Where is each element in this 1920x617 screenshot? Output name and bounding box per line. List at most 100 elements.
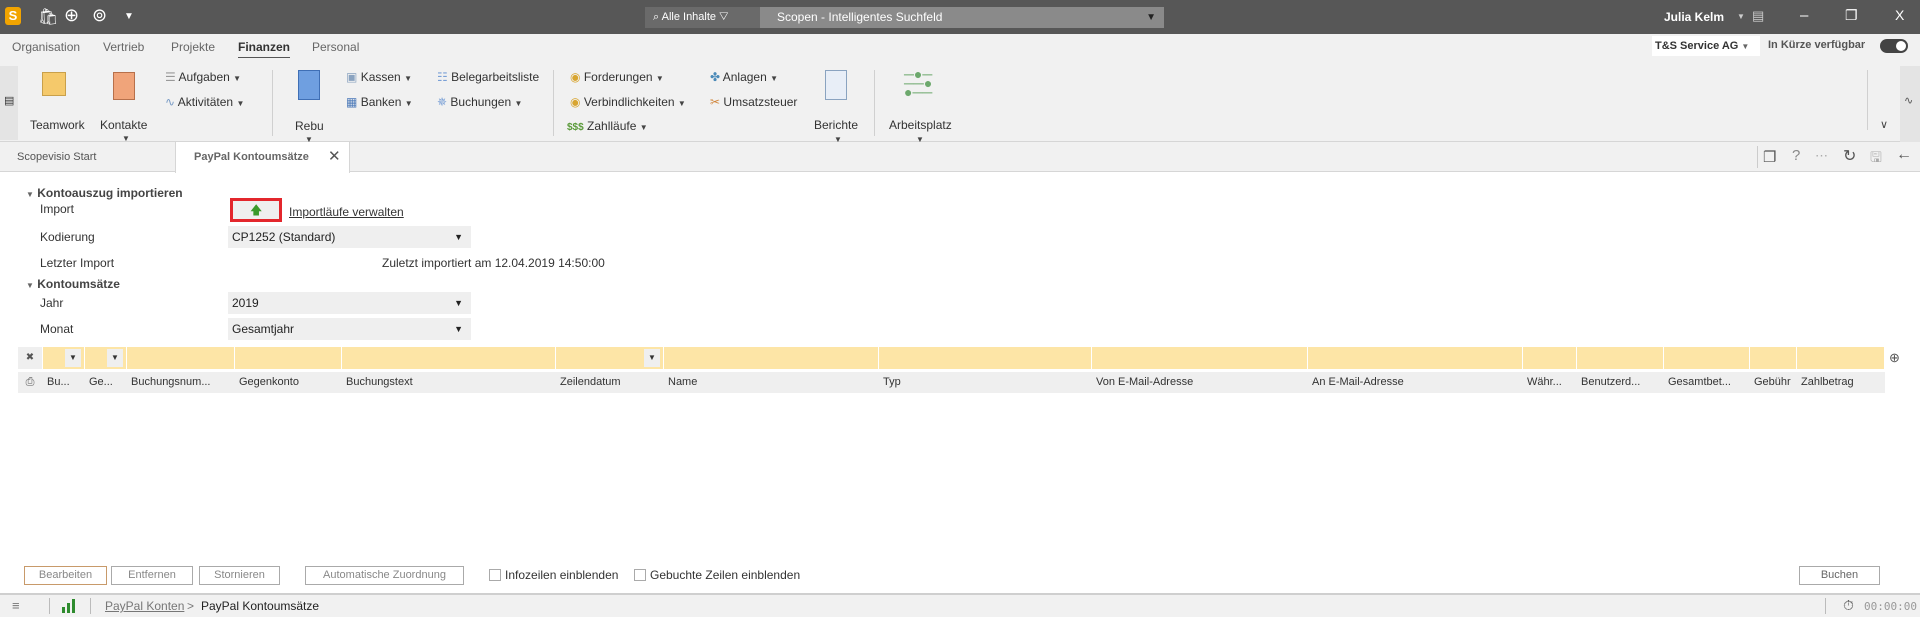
search-dropdown-icon[interactable]: ▼ — [1146, 7, 1156, 28]
save-icon[interactable]: 🖫︎ — [1870, 147, 1882, 171]
infozeilen-checkbox[interactable] — [489, 569, 501, 581]
filter-cell[interactable] — [1577, 347, 1664, 369]
jahr-select[interactable]: 2019 ▼ — [228, 292, 471, 314]
ribbon-berichte[interactable]: Berichte ▼ — [812, 68, 862, 144]
column-header[interactable]: Gebühr — [1754, 372, 1797, 393]
ribbon-umsatzsteuer[interactable]: ✂ Umsatzsteuer — [710, 95, 797, 109]
refresh-icon[interactable]: ↻ — [1843, 146, 1856, 166]
tab-personal[interactable]: Personal — [312, 40, 359, 54]
gebuchte-zeilen-checkbox[interactable] — [634, 569, 646, 581]
column-header[interactable]: Bu... — [47, 372, 85, 393]
buchen-button[interactable]: Buchen — [1799, 566, 1880, 585]
filter-cell[interactable] — [1523, 347, 1577, 369]
user-dropdown-icon[interactable]: ▼ — [1737, 12, 1745, 21]
filter-cell[interactable] — [235, 347, 342, 369]
stornieren-button[interactable]: Stornieren — [199, 566, 280, 585]
column-header[interactable]: Buchungstext — [346, 372, 556, 393]
filter-dropdown-icon[interactable]: ▼ — [644, 349, 660, 367]
column-header[interactable]: Name — [668, 372, 879, 393]
company-selector[interactable]: T&S Service AG ▼ — [1652, 36, 1760, 56]
search-field[interactable]: ⌕ Alle Inhalte ▽ Scopen - Intelligentes … — [645, 7, 1164, 28]
filter-cell[interactable]: ▼ — [43, 347, 85, 369]
ribbon-buchungen[interactable]: ✵ Buchungen ▼ — [437, 95, 522, 109]
breadcrumb-paypal-konten[interactable]: PayPal Konten — [105, 599, 184, 613]
tab-vertrieb[interactable]: Vertrieb — [103, 40, 144, 54]
lifebuoy-icon[interactable]: ⊚ — [92, 5, 107, 26]
column-header[interactable]: Gesamtbet... — [1668, 372, 1750, 393]
right-panel-toggle[interactable]: ∿ — [1900, 66, 1920, 142]
ribbon-arbeitsplatz[interactable]: ─●─ ──● ●── Arbeitsplatz ▼ — [888, 67, 954, 144]
user-menu[interactable]: Julia Kelm — [1664, 10, 1724, 24]
filter-cell[interactable]: ▼ — [556, 347, 664, 369]
section-kontoauszug-importieren[interactable]: ▼ Kontoauszug importieren — [26, 186, 183, 200]
ribbon-expand-chevron-icon[interactable]: ∨ — [1880, 118, 1888, 131]
back-arrow-icon[interactable]: ← — [1896, 146, 1912, 164]
filter-cell[interactable] — [1092, 347, 1308, 369]
column-header[interactable]: Währ... — [1527, 372, 1577, 393]
tab-organisation[interactable]: Organisation — [12, 40, 80, 54]
tab-projekte[interactable]: Projekte — [171, 40, 215, 54]
print-icon[interactable]: ⎙ — [18, 372, 42, 393]
column-header[interactable]: Ge... — [89, 372, 127, 393]
column-header[interactable]: Benutzerd... — [1581, 372, 1664, 393]
ribbon-kassen[interactable]: ▣ Kassen ▼ — [346, 70, 412, 84]
quick-access-dropdown-icon[interactable]: ▼ — [124, 11, 134, 22]
soon-available-toggle[interactable] — [1880, 39, 1908, 53]
ribbon-belegarbeitsliste[interactable]: ☷ Belegarbeitsliste — [437, 70, 539, 84]
ribbon-anlagen[interactable]: ✤ Anlagen ▼ — [710, 70, 778, 84]
ribbon-banken[interactable]: ▦ Banken ▼ — [346, 95, 413, 109]
bag-icon[interactable]: 🛍︎ — [38, 7, 58, 27]
window-tile-icon[interactable]: ▤ — [1752, 8, 1764, 24]
ribbon-kontakte[interactable]: Kontakte ▼ — [100, 68, 152, 144]
filter-dropdown-icon[interactable]: ▼ — [107, 349, 123, 367]
ribbon-aufgaben[interactable]: ☰ Aufgaben ▼ — [165, 70, 241, 84]
column-header[interactable]: Buchungsnum... — [131, 372, 235, 393]
copy-window-icon[interactable]: ❐ — [1763, 148, 1776, 166]
filter-cell[interactable] — [1797, 347, 1885, 369]
column-header[interactable]: Typ — [883, 372, 1092, 393]
import-button[interactable]: 🡅︎ — [230, 198, 282, 222]
column-header[interactable]: Gegenkonto — [239, 372, 342, 393]
section-kontoumsaetze[interactable]: ▼ Kontoumsätze — [26, 277, 120, 291]
filter-cell[interactable]: ▼ — [85, 347, 127, 369]
automatische-zuordnung-button[interactable]: Automatische Zuordnung — [305, 566, 464, 585]
tab-paypal-kontoumsaetze[interactable]: PayPal Kontoumsätze ✕ — [175, 142, 350, 173]
tab-finanzen[interactable]: Finanzen — [238, 40, 291, 60]
filter-cell[interactable] — [127, 347, 235, 369]
filter-cell[interactable] — [1750, 347, 1797, 369]
column-header[interactable]: Von E-Mail-Adresse — [1096, 372, 1308, 393]
ribbon-teamwork[interactable]: Teamwork — [30, 68, 85, 138]
close-tab-icon[interactable]: ✕ — [328, 142, 341, 172]
restore-button[interactable]: ❐ — [1845, 7, 1858, 24]
search-scope[interactable]: ⌕ Alle Inhalte ▽ — [645, 7, 760, 28]
close-button[interactable]: X — [1895, 7, 1904, 23]
sidebar-toggle[interactable]: ▤ — [0, 66, 18, 140]
ribbon-forderungen[interactable]: ◉ Forderungen ▼ — [570, 70, 664, 84]
clear-filter-icon[interactable]: ✖ — [18, 347, 42, 369]
bearbeiten-button[interactable]: Bearbeiten — [24, 566, 107, 585]
more-icon[interactable]: ⋯ — [1815, 148, 1828, 164]
help-icon[interactable]: ? — [1792, 147, 1800, 164]
filter-cell[interactable] — [1308, 347, 1523, 369]
importlaeufe-verwalten-link[interactable]: Importläufe verwalten — [289, 205, 404, 219]
ribbon-aktivitaeten[interactable]: ∿ Aktivitäten ▼ — [165, 95, 244, 109]
filter-cell[interactable] — [664, 347, 879, 369]
ribbon-zahllaeufe[interactable]: $$$ Zahlläufe ▼ — [567, 119, 648, 133]
filter-lightning-icon[interactable]: ≡ — [12, 598, 20, 613]
tab-scopevisio-start[interactable]: Scopevisio Start — [0, 142, 175, 172]
column-header[interactable]: Zahlbetrag — [1801, 372, 1885, 393]
filter-cell[interactable] — [879, 347, 1092, 369]
column-header[interactable]: An E-Mail-Adresse — [1312, 372, 1523, 393]
add-icon[interactable]: ⊕ — [64, 5, 79, 26]
monat-select[interactable]: Gesamtjahr ▼ — [228, 318, 471, 340]
filter-dropdown-icon[interactable]: ▼ — [65, 349, 81, 367]
entfernen-button[interactable]: Entfernen — [111, 566, 193, 585]
column-header[interactable]: Zeilendatum — [560, 372, 664, 393]
ribbon-verbindlichkeiten[interactable]: ◉ Verbindlichkeiten ▼ — [570, 95, 686, 109]
ribbon-rebu[interactable]: Rebu ▼ — [292, 68, 328, 144]
filter-cell[interactable] — [342, 347, 556, 369]
kodierung-select[interactable]: CP1252 (Standard) ▼ — [228, 226, 471, 248]
minimize-button[interactable]: – — [1800, 7, 1808, 24]
filter-icon[interactable]: ▽ — [719, 11, 728, 23]
add-column-icon[interactable]: ⊕ — [1889, 350, 1900, 366]
